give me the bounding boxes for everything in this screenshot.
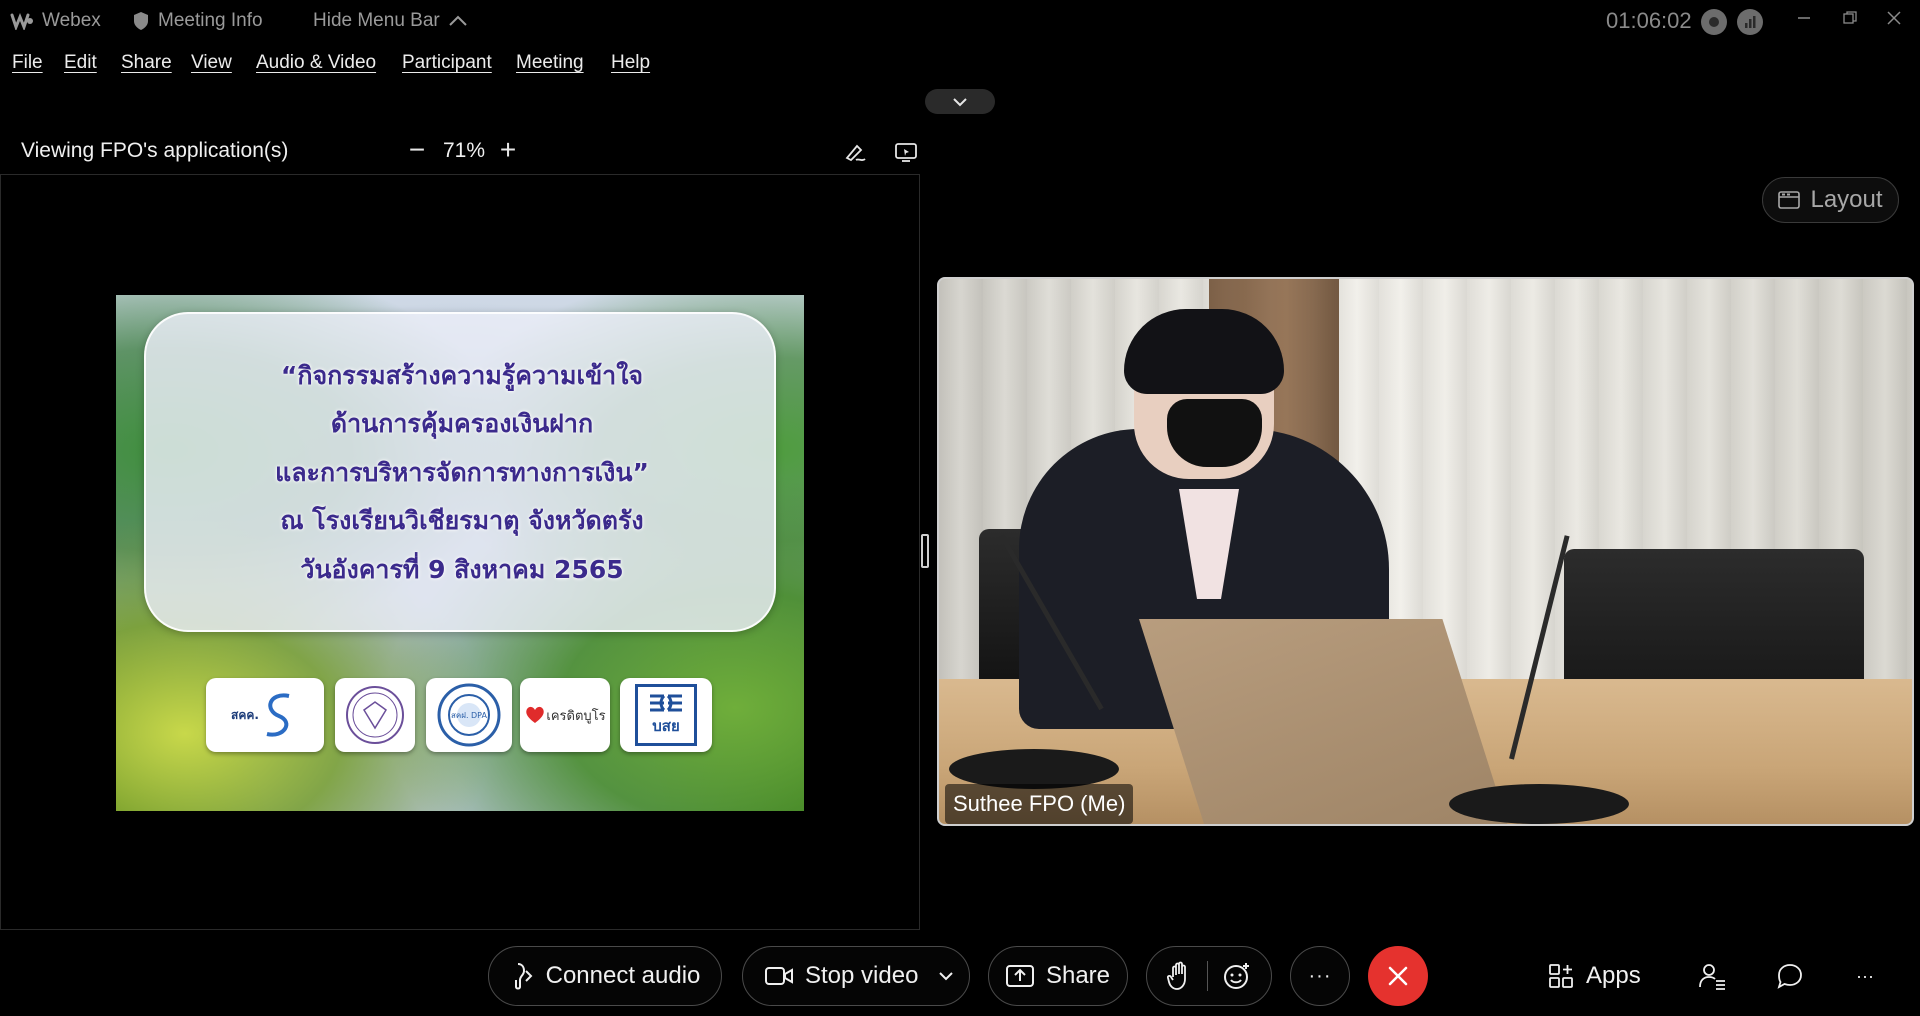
- share-button[interactable]: Share: [988, 946, 1128, 1006]
- participants-button[interactable]: [1698, 951, 1726, 1001]
- logo-tcg: บสย: [620, 678, 712, 752]
- minimize-window-button[interactable]: [1786, 4, 1822, 36]
- participants-icon: [1699, 964, 1725, 990]
- app-logo-group: Webex: [10, 10, 101, 32]
- network-signal-icon[interactable]: [1737, 9, 1763, 35]
- connect-audio-label: Connect audio: [545, 962, 701, 989]
- app-name: Webex: [42, 10, 101, 31]
- logo-tcg-text: บสย: [652, 717, 680, 735]
- video-person-mask: [1167, 399, 1262, 467]
- more-options-button[interactable]: ···: [1290, 946, 1350, 1006]
- diamond-seal-icon: [346, 686, 404, 744]
- menu-participant[interactable]: Participant: [402, 52, 492, 74]
- end-meeting-button[interactable]: [1368, 946, 1428, 1006]
- slide-line-2: ด้านการคุ้มครองเงินฝาก: [330, 409, 594, 438]
- share-header: Viewing FPO's application(s) − 71% +: [0, 130, 920, 174]
- request-control-icon[interactable]: [892, 138, 920, 166]
- close-icon: [1388, 966, 1408, 986]
- logo-dpa-text: สคฝ. DPA: [451, 711, 487, 720]
- recording-indicator-icon[interactable]: [1701, 9, 1727, 35]
- apps-label: Apps: [1586, 962, 1641, 989]
- ribbon-logo-icon: [266, 693, 290, 737]
- close-window-button[interactable]: [1876, 4, 1912, 36]
- shared-slide: “กิจกรรมสร้างความรู้ความเข้าใจ ด้านการคุ…: [116, 295, 804, 811]
- meeting-timer: 01:06:02: [1606, 8, 1692, 33]
- chevron-up-icon: [449, 15, 467, 26]
- video-mic-base-right: [1449, 784, 1629, 824]
- menu-audio-video[interactable]: Audio & Video: [256, 52, 376, 74]
- self-video-tile[interactable]: Suthee FPO (Me): [937, 277, 1914, 826]
- restore-icon: [1843, 11, 1857, 24]
- shared-content-pane[interactable]: “กิจกรรมสร้างความรู้ความเข้าใจ ด้านการคุ…: [0, 174, 920, 930]
- chat-bubble-icon: [1777, 964, 1802, 989]
- hide-menu-bar-button[interactable]: Hide Menu Bar: [313, 10, 468, 32]
- apps-grid-icon: [1549, 964, 1573, 988]
- minimize-icon: [1798, 17, 1810, 19]
- pane-splitter-handle[interactable]: [921, 534, 929, 568]
- slide-line-5: วันอังคารที่ 9 สิงหาคม 2565: [300, 555, 624, 584]
- slide-line-1: “กิจกรรมสร้างความรู้ความเข้าใจ: [280, 361, 644, 390]
- viewing-label: Viewing FPO's application(s): [21, 139, 289, 162]
- chevron-down-icon: [953, 97, 967, 106]
- logo-seal: [335, 678, 415, 752]
- heart-icon: [526, 706, 545, 723]
- raise-hand-icon[interactable]: [1166, 961, 1193, 991]
- layout-button[interactable]: Layout: [1762, 177, 1899, 223]
- chat-button[interactable]: [1776, 951, 1804, 1001]
- tcg-mark-icon: [650, 694, 682, 712]
- logo-skk-text: สคค.: [231, 707, 259, 722]
- audio-connect-icon: [514, 963, 533, 990]
- menu-view[interactable]: View: [191, 52, 232, 74]
- stop-video-label: Stop video: [805, 962, 919, 989]
- meeting-info-button[interactable]: Meeting Info: [132, 10, 263, 32]
- close-icon: [1887, 11, 1901, 25]
- webex-logo-icon: [10, 12, 33, 30]
- slide-title-card: “กิจกรรมสร้างความรู้ความเข้าใจ ด้านการคุ…: [144, 312, 776, 632]
- more-options-label: ···: [1308, 964, 1332, 987]
- menu-help[interactable]: Help: [611, 52, 650, 74]
- connect-audio-button[interactable]: Connect audio: [488, 946, 722, 1006]
- menu-share[interactable]: Share: [121, 52, 172, 74]
- title-bar: Webex Meeting Info Hide Menu Bar 01:06:0…: [0, 0, 1920, 44]
- collapse-controls-tab[interactable]: [925, 89, 995, 114]
- annotate-pen-icon[interactable]: [842, 138, 870, 166]
- emoji-reaction-icon[interactable]: [1222, 961, 1252, 991]
- participant-name-tag: Suthee FPO (Me): [945, 784, 1134, 824]
- layout-label: Layout: [1810, 186, 1883, 213]
- chevron-down-icon[interactable]: [938, 971, 954, 981]
- video-mic-base-left: [949, 749, 1119, 789]
- overflow-menu-button[interactable]: ···: [1856, 951, 1874, 1001]
- meeting-info-label: Meeting Info: [158, 10, 263, 31]
- overflow-menu-label: ···: [1856, 965, 1874, 986]
- zoom-in-button[interactable]: +: [493, 136, 523, 166]
- layout-icon: [1778, 191, 1801, 209]
- share-screen-icon: [1005, 965, 1034, 987]
- menu-edit[interactable]: Edit: [64, 52, 97, 74]
- apps-button[interactable]: Apps: [1548, 951, 1641, 1001]
- zoom-out-button[interactable]: −: [402, 136, 432, 166]
- video-person-hair: [1124, 309, 1284, 394]
- hide-menu-bar-label: Hide Menu Bar: [313, 10, 440, 31]
- reactions-group: [1146, 946, 1272, 1006]
- share-label: Share: [1045, 962, 1111, 989]
- logo-ncb: เครดิตบูโร: [520, 678, 610, 752]
- logo-skk: สคค.: [206, 678, 324, 752]
- restore-window-button[interactable]: [1832, 4, 1868, 36]
- reactions-divider: [1206, 961, 1208, 991]
- logo-dpa: สคฝ. DPA: [426, 678, 512, 752]
- slide-line-4: ณ โรงเรียนวิเชียรมาตุ จังหวัดตรัง: [280, 506, 644, 535]
- slide-line-3: และการบริหารจัดการทางการเงิน”: [275, 458, 649, 487]
- menu-file[interactable]: File: [12, 52, 43, 74]
- video-camera-icon: [765, 967, 793, 985]
- logo-ncb-text: เครดิตบูโร: [546, 708, 606, 724]
- zoom-level: 71%: [443, 139, 486, 162]
- menu-meeting[interactable]: Meeting: [516, 52, 584, 74]
- shield-icon: [134, 12, 148, 30]
- stop-video-button[interactable]: Stop video: [742, 946, 970, 1006]
